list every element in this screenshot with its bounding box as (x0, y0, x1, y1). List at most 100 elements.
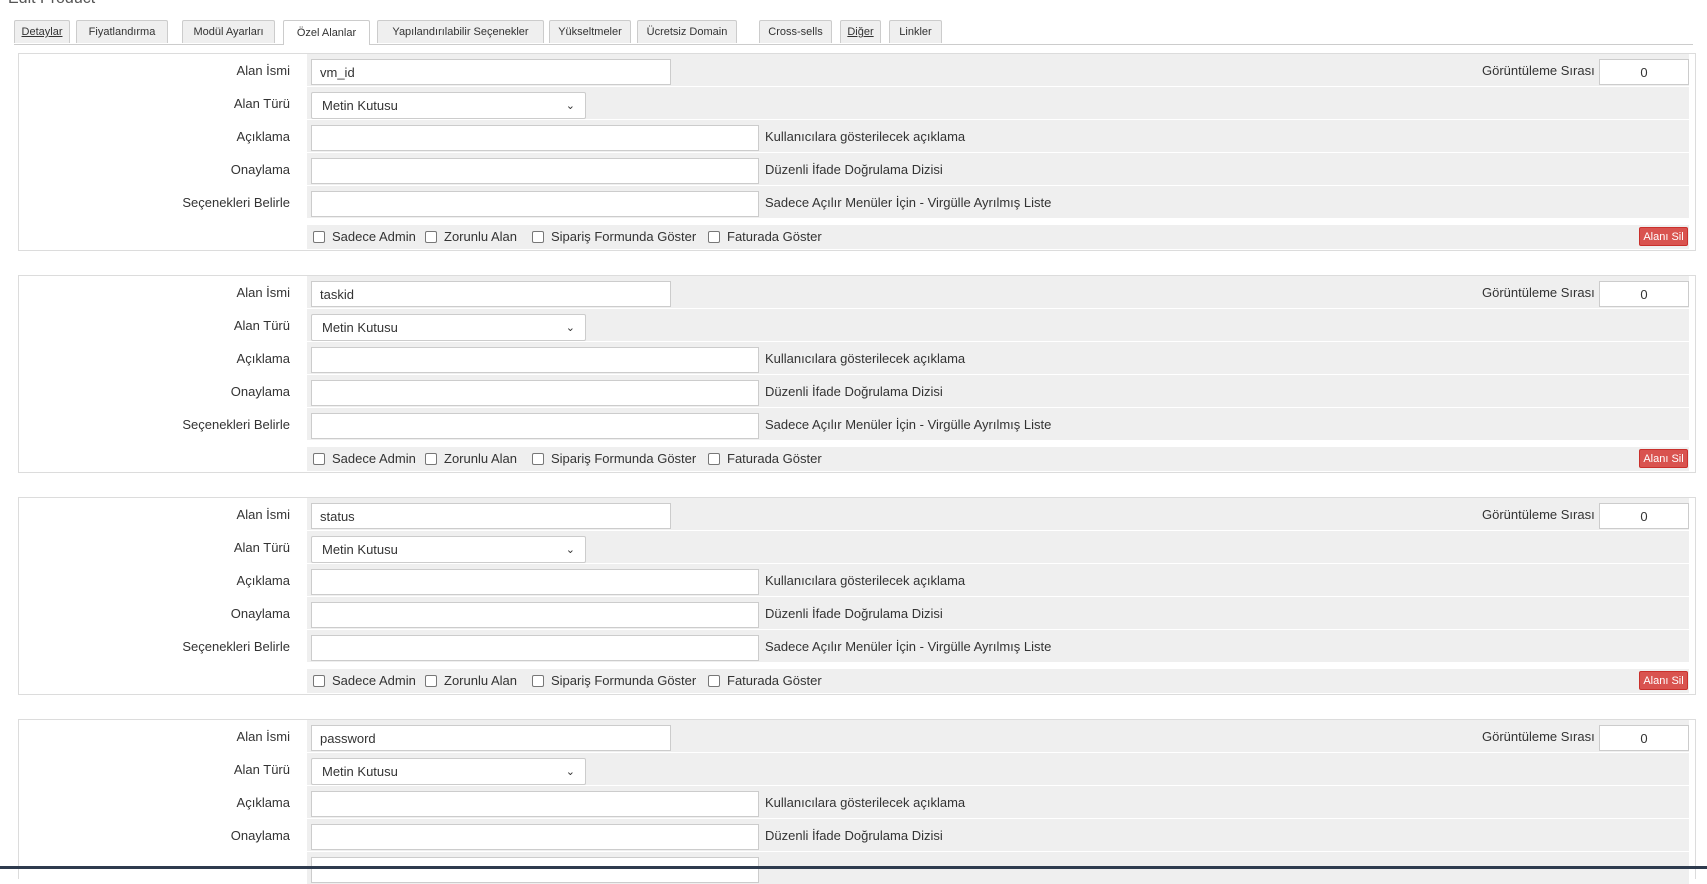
required-checkbox[interactable]: Zorunlu Alan (425, 229, 517, 244)
tab-linkler[interactable]: Linkler (889, 20, 942, 43)
delete-field-button[interactable]: Alanı Sil (1639, 671, 1688, 690)
checkbox-icon (313, 452, 325, 465)
show-on-order-checkbox[interactable]: Sipariş Formunda Göster (532, 673, 696, 688)
show-on-invoice-checkbox[interactable]: Faturada Göster (708, 673, 822, 688)
validation-label: Onaylama (230, 606, 290, 621)
checkbox-icon (425, 674, 437, 687)
show-on-invoice-checkbox[interactable]: Faturada Göster (708, 451, 822, 466)
admin-only-checkbox[interactable]: Sadece Admin (313, 673, 416, 688)
chevron-down-icon: ⌄ (565, 766, 575, 778)
checkbox-icon (532, 452, 544, 465)
description-label: Açıklama (236, 129, 290, 144)
admin-only-checkbox[interactable]: Sadece Admin (313, 229, 416, 244)
field-type-label: Alan Türü (233, 540, 290, 555)
checkbox-icon (708, 452, 720, 465)
validation-hint: Düzenli İfade Doğrulama Dizisi (765, 828, 943, 843)
field-name-input[interactable] (311, 281, 671, 307)
field-name-label: Alan İsmi (236, 507, 290, 522)
validation-hint: Düzenli İfade Doğrulama Dizisi (765, 162, 943, 177)
options-input[interactable] (311, 413, 759, 439)
options-hint: Sadece Açılır Menüler İçin - Virgülle Ay… (765, 417, 1052, 432)
checkbox-icon (425, 230, 437, 243)
field-name-input[interactable] (311, 503, 671, 529)
show-on-order-checkbox[interactable]: Sipariş Formunda Göster (532, 451, 696, 466)
description-input[interactable] (311, 125, 759, 151)
options-label: Seçenekleri Belirle (182, 417, 290, 432)
custom-field-panel: Alan İsmi Görüntüleme Sırası Alan Türü M… (18, 275, 1696, 473)
show-on-order-checkbox[interactable]: Sipariş Formunda Göster (532, 229, 696, 244)
required-checkbox[interactable]: Zorunlu Alan (425, 451, 517, 466)
options-input[interactable] (311, 635, 759, 661)
field-type-select[interactable]: Metin Kutusu ⌄ (311, 536, 586, 563)
custom-field-panel: Alan İsmi Görüntüleme Sırası Alan Türü M… (18, 53, 1696, 251)
field-name-input[interactable] (311, 725, 671, 751)
description-input[interactable] (311, 791, 759, 817)
tab-modul-ayarlari[interactable]: Modül Ayarları (182, 20, 275, 43)
description-hint: Kullanıcılara gösterilecek açıklama (765, 795, 966, 810)
validation-hint: Düzenli İfade Doğrulama Dizisi (765, 606, 943, 621)
field-type-value: Metin Kutusu (322, 98, 398, 113)
page-title: Edit Product (8, 0, 95, 8)
show-on-invoice-checkbox[interactable]: Faturada Göster (708, 229, 822, 244)
description-input[interactable] (311, 347, 759, 373)
tab-fiyatlandirma[interactable]: Fiyatlandırma (76, 20, 168, 43)
tab-detaylar[interactable]: Detaylar (14, 20, 70, 43)
delete-field-button[interactable]: Alanı Sil (1639, 449, 1688, 468)
display-order-label: Görüntüleme Sırası (1482, 63, 1595, 78)
options-hint: Sadece Açılır Menüler İçin - Virgülle Ay… (765, 639, 1052, 654)
description-label: Açıklama (236, 351, 290, 366)
field-type-select[interactable]: Metin Kutusu ⌄ (311, 92, 586, 119)
tab-ucretsiz-domain[interactable]: Ücretsiz Domain (637, 20, 737, 43)
display-order-input[interactable] (1599, 281, 1689, 307)
tab-diger[interactable]: Diğer (840, 20, 881, 43)
field-name-label: Alan İsmi (236, 285, 290, 300)
admin-only-checkbox[interactable]: Sadece Admin (313, 451, 416, 466)
field-type-label: Alan Türü (233, 318, 290, 333)
chevron-down-icon: ⌄ (565, 544, 575, 556)
display-order-input[interactable] (1599, 725, 1689, 751)
description-hint: Kullanıcılara gösterilecek açıklama (765, 351, 966, 366)
validation-input[interactable] (311, 380, 759, 406)
field-type-value: Metin Kutusu (322, 764, 398, 779)
description-label: Açıklama (236, 795, 290, 810)
chevron-down-icon: ⌄ (565, 100, 575, 112)
tab-bar: Detaylar Fiyatlandırma Modül Ayarları Öz… (14, 20, 1693, 45)
description-hint: Kullanıcılara gösterilecek açıklama (765, 129, 966, 144)
required-checkbox[interactable]: Zorunlu Alan (425, 673, 517, 688)
validation-label: Onaylama (230, 828, 290, 843)
field-name-input[interactable] (311, 59, 671, 85)
display-order-input[interactable] (1599, 59, 1689, 85)
validation-input[interactable] (311, 602, 759, 628)
options-input[interactable] (311, 857, 759, 883)
checkbox-icon (313, 230, 325, 243)
field-name-label: Alan İsmi (236, 729, 290, 744)
checkbox-icon (532, 230, 544, 243)
validation-hint: Düzenli İfade Doğrulama Dizisi (765, 384, 943, 399)
display-order-input[interactable] (1599, 503, 1689, 529)
custom-field-panel: Alan İsmi Görüntüleme Sırası Alan Türü M… (18, 497, 1696, 695)
field-type-select[interactable]: Metin Kutusu ⌄ (311, 758, 586, 785)
field-type-label: Alan Türü (233, 96, 290, 111)
options-hint: Sadece Açılır Menüler İçin - Virgülle Ay… (765, 195, 1052, 210)
display-order-label: Görüntüleme Sırası (1482, 285, 1595, 300)
field-type-value: Metin Kutusu (322, 542, 398, 557)
tab-ozel-alanlar[interactable]: Özel Alanlar (283, 20, 370, 45)
field-type-label: Alan Türü (233, 762, 290, 777)
checkbox-icon (708, 230, 720, 243)
delete-field-button[interactable]: Alanı Sil (1639, 227, 1688, 246)
validation-input[interactable] (311, 824, 759, 850)
options-input[interactable] (311, 191, 759, 217)
checkbox-icon (532, 674, 544, 687)
validation-label: Onaylama (230, 384, 290, 399)
validation-label: Onaylama (230, 162, 290, 177)
validation-input[interactable] (311, 158, 759, 184)
display-order-label: Görüntüleme Sırası (1482, 507, 1595, 522)
tab-yapilandirilabilir-secenekler[interactable]: Yapılandırılabilir Seçenekler (377, 20, 544, 43)
tab-yukseltmeler[interactable]: Yükseltmeler (549, 20, 631, 43)
field-name-label: Alan İsmi (236, 63, 290, 78)
custom-field-panel: Alan İsmi Görüntüleme Sırası Alan Türü M… (18, 719, 1696, 884)
description-input[interactable] (311, 569, 759, 595)
tab-cross-sells[interactable]: Cross-sells (759, 20, 832, 43)
chevron-down-icon: ⌄ (565, 322, 575, 334)
field-type-select[interactable]: Metin Kutusu ⌄ (311, 314, 586, 341)
